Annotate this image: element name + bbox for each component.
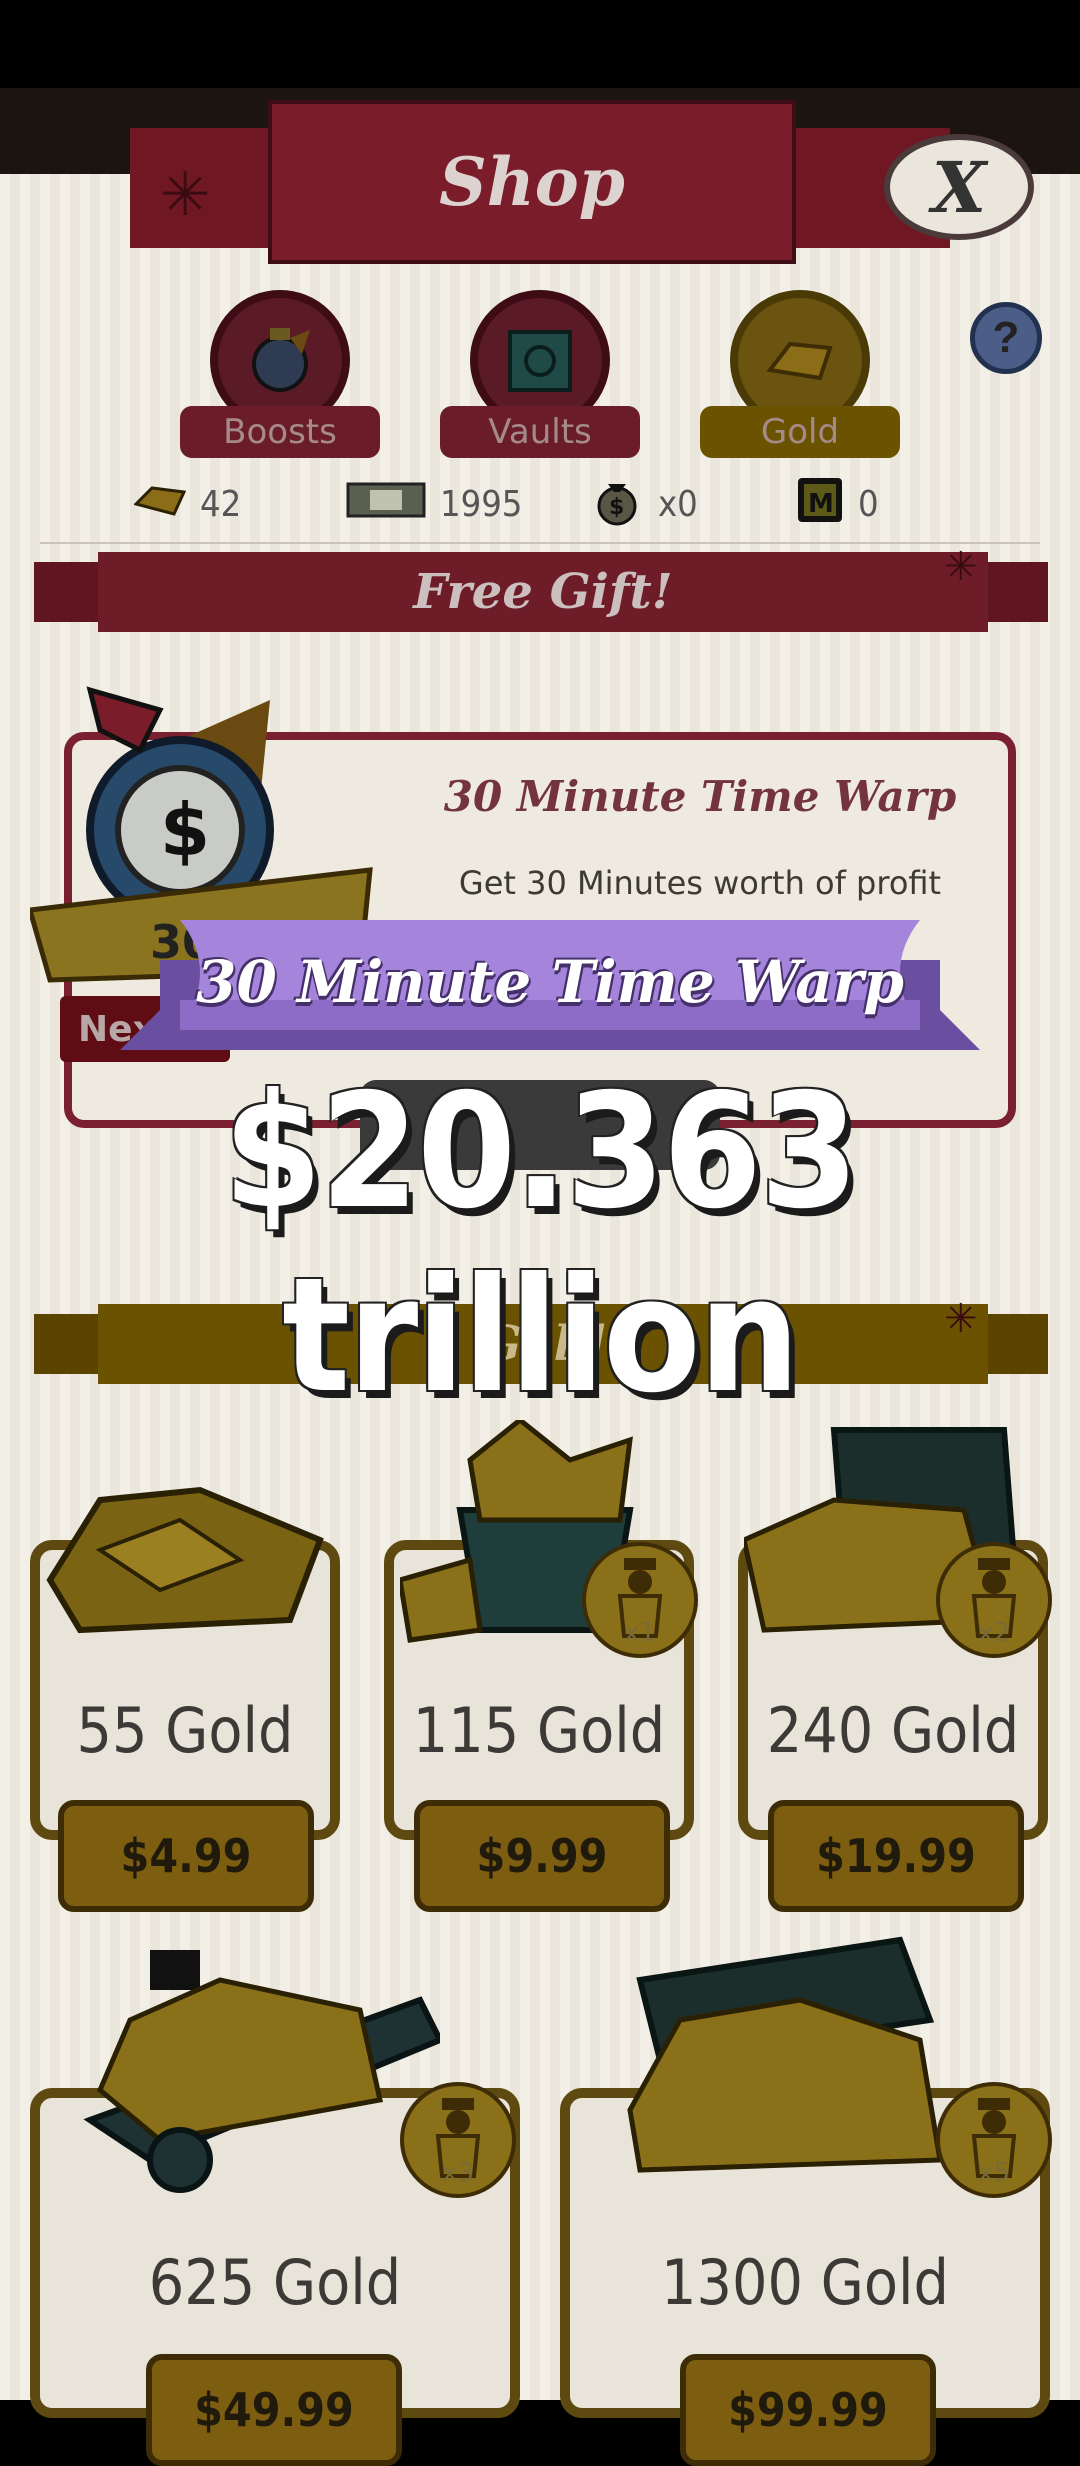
gold-balance-value: 42 <box>200 483 242 525</box>
question-icon: ? <box>992 313 1020 362</box>
gift-description: Get 30 Minutes worth of profit <box>458 864 942 902</box>
buy-55-gold-button[interactable]: $4.99 <box>58 1800 314 1912</box>
gold-wheelbarrow-icon <box>60 1940 445 2205</box>
close-button[interactable]: X <box>884 134 1034 240</box>
gold-amount-label: 1300 Gold <box>661 2246 949 2319</box>
divider <box>40 542 1040 544</box>
section-title: Free Gift! <box>98 552 988 632</box>
medal-multiplier: x5 <box>978 2158 1010 2188</box>
buy-1300-gold-button[interactable]: $99.99 <box>680 2354 936 2466</box>
reward-title: 30 Minute Time Warp <box>196 948 904 1016</box>
megabucks-balance: M 0 <box>796 474 879 534</box>
tab-label: Gold <box>700 406 900 458</box>
moneybag-icon: $ <box>590 472 644 537</box>
tycoon-medal-icon: x1 <box>580 1540 700 1660</box>
close-icon: X <box>931 145 987 229</box>
banknote-icon <box>346 480 426 529</box>
svg-text:$: $ <box>609 495 624 520</box>
gold-treasure-chest-icon <box>620 1930 960 2215</box>
gold-amount-label: 55 Gold <box>76 1694 294 1767</box>
tycoon-medal-icon: x2 <box>934 1540 1054 1660</box>
free-gift-banner: Free Gift! <box>34 552 1048 632</box>
gold-pile-icon <box>40 1460 340 1665</box>
sparkle-icon: ✳ <box>160 161 211 228</box>
gold-balance: 42 <box>133 474 242 534</box>
cash-balance: 1995 <box>346 474 522 534</box>
medal-multiplier: x1 <box>624 1618 656 1648</box>
currency-bar: 42 1995 $ x0 M 0 <box>0 474 1080 534</box>
svg-text:M: M <box>808 489 834 519</box>
tab-label: Boosts <box>180 406 380 458</box>
help-button[interactable]: ? <box>970 302 1042 374</box>
status-bar <box>0 0 1080 88</box>
svg-text:$: $ <box>160 788 210 872</box>
buy-115-gold-button[interactable]: $9.99 <box>414 1800 670 1912</box>
page-title: Shop <box>439 143 625 221</box>
tycoon-medal-icon: x3 <box>398 2080 518 2200</box>
buy-240-gold-button[interactable]: $19.99 <box>768 1800 1024 1912</box>
tab-label: Vaults <box>440 406 640 458</box>
buy-625-gold-button[interactable]: $49.99 <box>146 2354 402 2466</box>
tycoon-medal-icon: x5 <box>934 2080 1054 2200</box>
gold-amount-label: 115 Gold <box>412 1694 666 1767</box>
reward-amount: $20.363 trillion <box>223 1060 858 1428</box>
sparkle-icon: ✳ <box>944 545 978 589</box>
megabucks-icon: M <box>796 476 844 533</box>
moneybag-balance: $ x0 <box>590 474 698 534</box>
medal-multiplier: x3 <box>442 2158 474 2188</box>
shop-title-banner: Shop <box>268 100 796 264</box>
moneybag-balance-value: x0 <box>658 483 698 525</box>
gold-amount-label: 240 Gold <box>766 1694 1020 1767</box>
gift-title: 30 Minute Time Warp <box>443 772 957 821</box>
gold-amount-label: 625 Gold <box>148 2246 402 2319</box>
medal-multiplier: x2 <box>978 1618 1010 1648</box>
gold-bar-icon <box>133 480 187 529</box>
megabucks-balance-value: 0 <box>858 483 879 525</box>
cash-balance-value: 1995 <box>440 483 523 525</box>
